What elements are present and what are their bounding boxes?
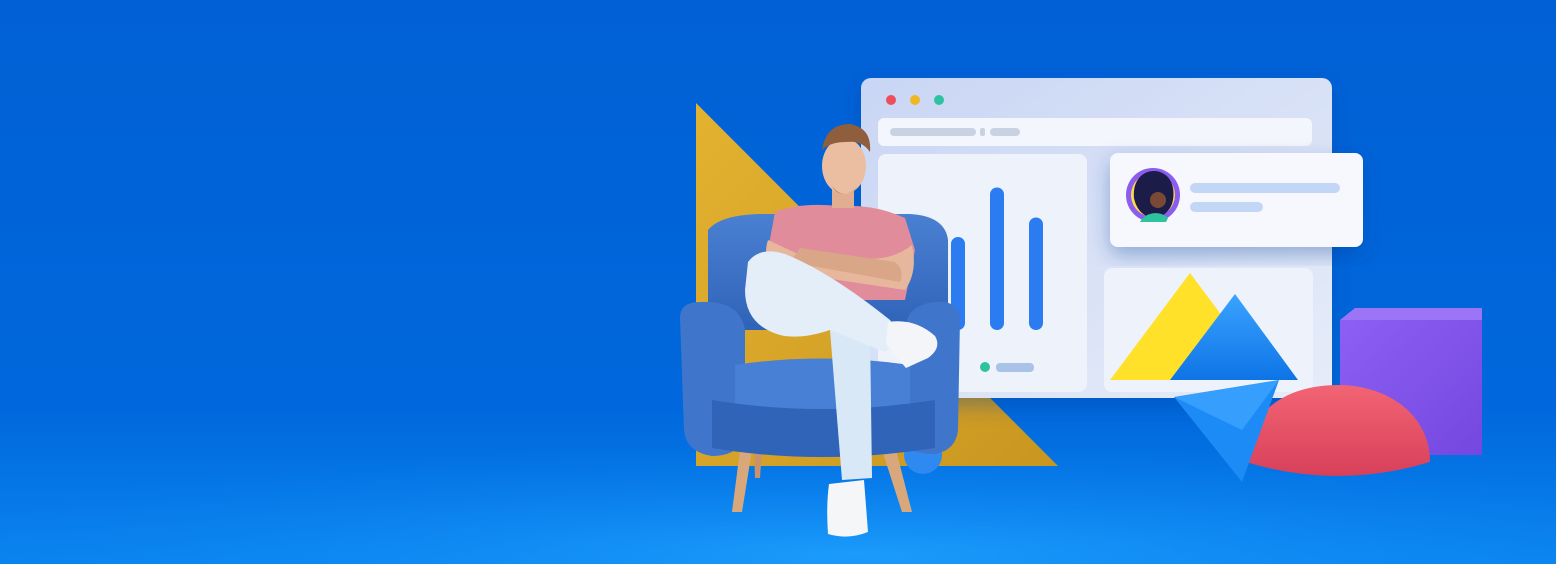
hero-banner <box>0 0 1556 564</box>
chart-bar <box>1029 217 1043 330</box>
chart-bar <box>990 187 1004 330</box>
window-dot-teal <box>934 95 944 105</box>
banner-artwork <box>0 0 1556 564</box>
profile-card <box>1110 153 1363 247</box>
chart-legend-line <box>996 363 1034 372</box>
window-dot-yellow <box>910 95 920 105</box>
window-dot-red <box>886 95 896 105</box>
chart-legend-dot <box>980 362 990 372</box>
